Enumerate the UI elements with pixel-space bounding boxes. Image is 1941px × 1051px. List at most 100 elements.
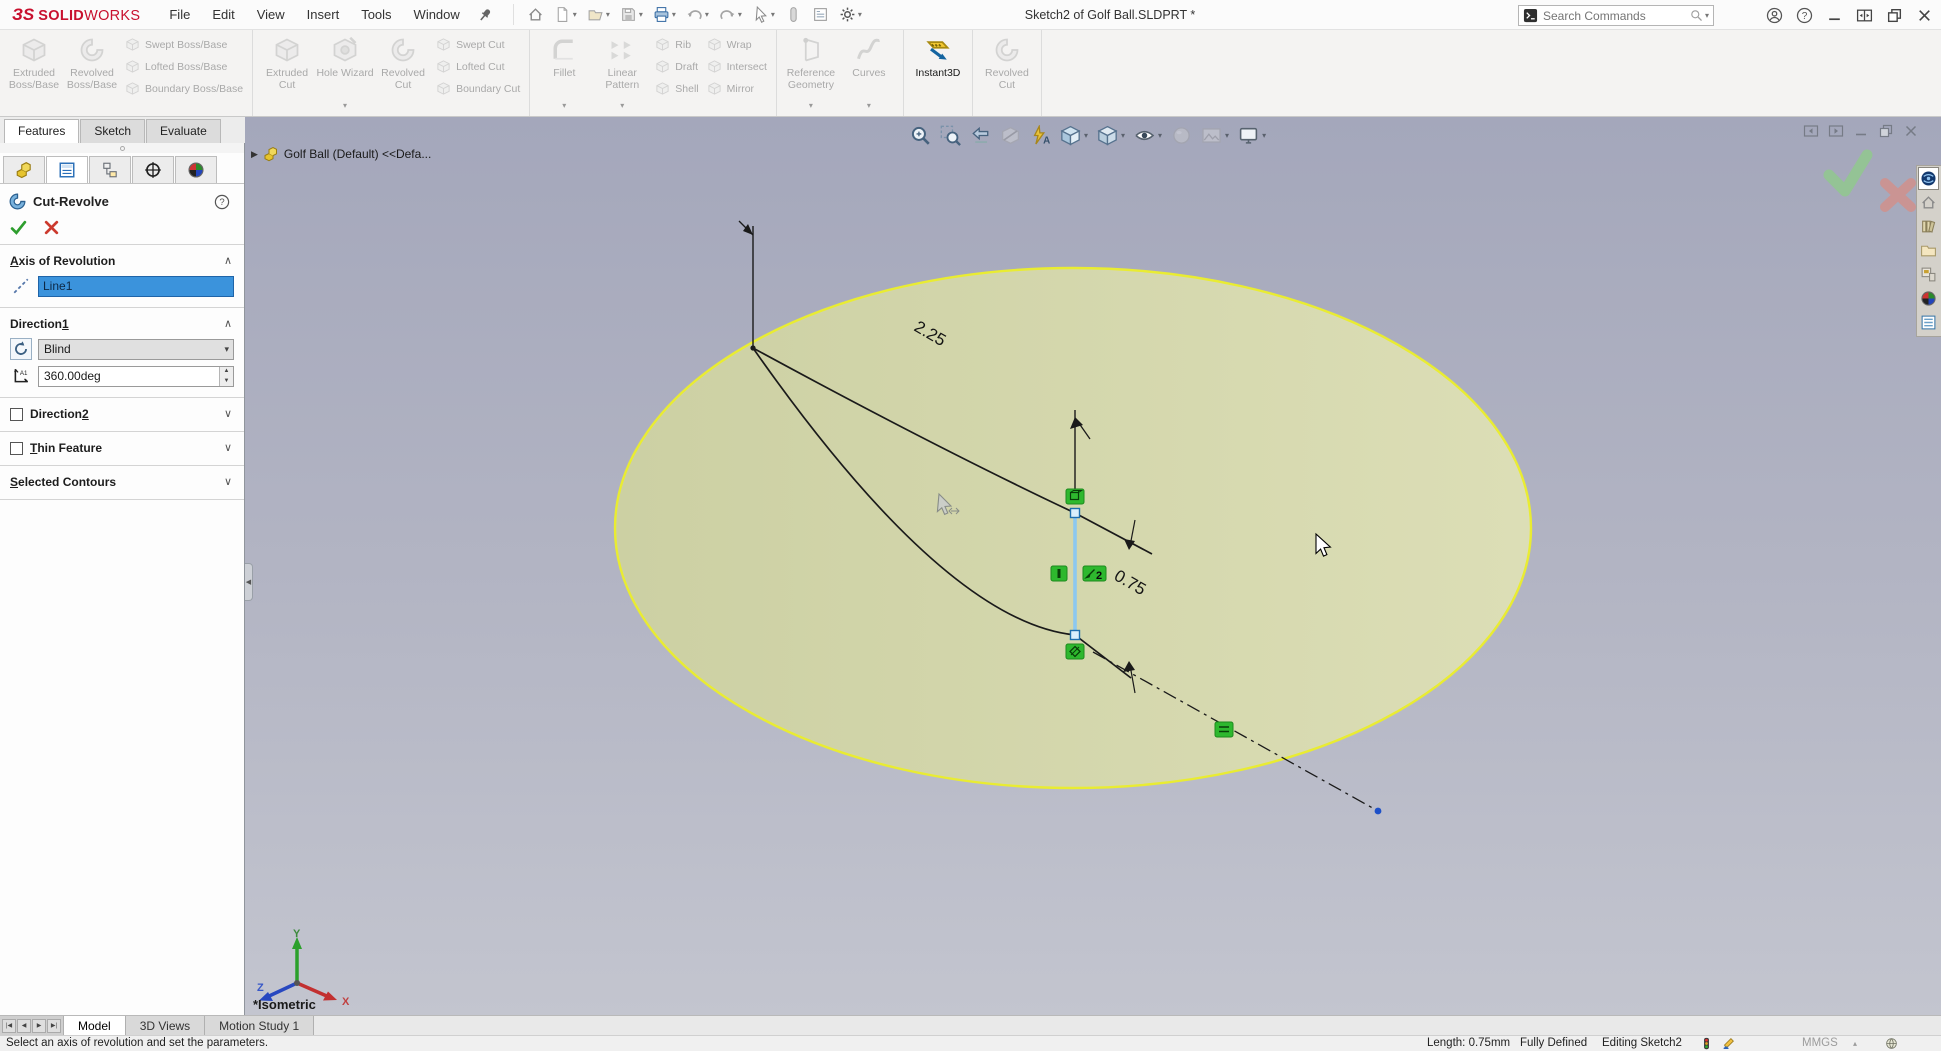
cancel-button[interactable] bbox=[43, 219, 60, 236]
doc-restore-button[interactable] bbox=[1878, 123, 1894, 139]
manager-tab-dimxpert-manager[interactable] bbox=[132, 156, 174, 183]
options-dropdown-icon[interactable]: ▾ bbox=[858, 10, 862, 19]
menu-tools[interactable]: Tools bbox=[350, 2, 402, 27]
direction2-checkbox[interactable] bbox=[10, 408, 23, 421]
ribbon-lofted-boss-base-button[interactable]: Lofted Boss/Base bbox=[125, 59, 243, 74]
ribbon-revolved-cut-button[interactable]: Revolved Cut bbox=[978, 33, 1036, 113]
tab-features[interactable]: Features bbox=[4, 119, 79, 143]
task-pane-home-button[interactable] bbox=[1918, 191, 1939, 214]
zoom-to-area-button[interactable] bbox=[939, 124, 962, 147]
quick-snaps-icon[interactable] bbox=[1722, 1037, 1735, 1050]
ribbon-linear-pattern-button[interactable]: Linear Pattern▾ bbox=[593, 33, 651, 113]
pierce-constraint-icon[interactable] bbox=[1066, 644, 1084, 659]
panel-collapse-handle[interactable]: ◀ bbox=[245, 563, 253, 601]
sketch-canvas[interactable]: 2 2.25 0.75 bbox=[245, 117, 1941, 1015]
ribbon-boundary-boss-base-button[interactable]: Boundary Boss/Base bbox=[125, 81, 243, 96]
manager-tab-display-manager[interactable] bbox=[175, 156, 217, 183]
ribbon-extruded-boss-base-button[interactable]: Extruded Boss/Base bbox=[5, 33, 63, 113]
chevron-down-icon[interactable]: ∨ bbox=[224, 441, 232, 454]
confirmation-corner[interactable] bbox=[1815, 145, 1925, 217]
redo-dropdown-icon[interactable]: ▾ bbox=[738, 10, 742, 19]
pin-menu-icon[interactable] bbox=[477, 7, 493, 23]
angle-input[interactable]: 360.00deg ▲▼ bbox=[38, 366, 234, 387]
redo-button[interactable]: ▾ bbox=[716, 4, 745, 25]
home-button[interactable] bbox=[524, 4, 547, 25]
chevron-down-icon[interactable]: ▾ bbox=[1158, 131, 1162, 140]
menu-view[interactable]: View bbox=[246, 2, 296, 27]
touch-mode-button[interactable] bbox=[782, 4, 805, 25]
direction2-header[interactable]: Direction2 bbox=[30, 407, 89, 421]
ribbon-lofted-cut-button[interactable]: Lofted Cut bbox=[436, 59, 520, 74]
tab-sketch[interactable]: Sketch bbox=[80, 119, 145, 143]
reverse-direction-icon[interactable] bbox=[12, 340, 30, 358]
ribbon-instant3d-button[interactable]: Instant3D bbox=[909, 33, 967, 113]
section-view-button[interactable] bbox=[999, 124, 1022, 147]
on-edge-constraint-icon[interactable]: 2 bbox=[1083, 566, 1106, 582]
close-button[interactable] bbox=[1916, 7, 1933, 24]
display-style-button[interactable]: ▾ bbox=[1096, 124, 1126, 147]
selected-contours-header[interactable]: Selected Contours bbox=[10, 475, 116, 489]
coincident-constraint-icon[interactable] bbox=[1066, 489, 1084, 504]
part-name[interactable]: Golf Ball (Default) <<Defa... bbox=[284, 147, 431, 161]
ribbon-intersect-button[interactable]: Intersect bbox=[707, 59, 767, 74]
dynamic-annotation-views-button[interactable]: A bbox=[1029, 124, 1052, 147]
cascade-windows-button[interactable] bbox=[1856, 7, 1873, 24]
ribbon-reference-geometry-button[interactable]: Reference Geometry▾ bbox=[782, 33, 840, 113]
new-document-button[interactable]: ▾ bbox=[551, 4, 580, 25]
confirm-accept-icon[interactable] bbox=[1829, 155, 1867, 191]
ribbon-boundary-cut-button[interactable]: Boundary Cut bbox=[436, 81, 520, 96]
ribbon-rib-button[interactable]: Rib bbox=[655, 37, 698, 52]
print-dropdown-icon[interactable]: ▾ bbox=[672, 10, 676, 19]
ribbon-shell-button[interactable]: Shell bbox=[655, 81, 698, 96]
vertical-constraint-icon[interactable] bbox=[1051, 566, 1067, 581]
ribbon-mirror-button[interactable]: Mirror bbox=[707, 81, 767, 96]
ribbon-extruded-cut-button[interactable]: Extruded Cut bbox=[258, 33, 316, 113]
chevron-down-icon[interactable]: ▾ bbox=[562, 100, 566, 112]
menu-insert[interactable]: Insert bbox=[296, 2, 351, 27]
zoom-to-fit-button[interactable] bbox=[909, 124, 932, 147]
chevron-down-icon[interactable]: ▾ bbox=[867, 100, 871, 112]
task-pane-appearances-scenes-button[interactable] bbox=[1918, 287, 1939, 310]
task-pane-custom-properties-button[interactable] bbox=[1918, 311, 1939, 334]
direction1-header[interactable]: Direction1 bbox=[10, 317, 234, 331]
menu-window[interactable]: Window bbox=[403, 2, 471, 27]
feature-tree-flyout[interactable]: ▶ Golf Ball (Default) <<Defa... bbox=[251, 146, 431, 162]
save-button[interactable]: ▾ bbox=[617, 4, 646, 25]
minimize-button[interactable] bbox=[1826, 7, 1843, 24]
undo-dropdown-icon[interactable]: ▾ bbox=[705, 10, 709, 19]
new-document-dropdown-icon[interactable]: ▾ bbox=[573, 10, 577, 19]
ribbon-fillet-button[interactable]: Fillet▾ bbox=[535, 33, 593, 113]
save-dropdown-icon[interactable]: ▾ bbox=[639, 10, 643, 19]
manager-tab-configuration-manager[interactable] bbox=[89, 156, 131, 183]
task-pane-design-library-button[interactable] bbox=[1918, 215, 1939, 238]
ribbon-wrap-button[interactable]: Wrap bbox=[707, 37, 767, 52]
tab-3d-views[interactable]: 3D Views bbox=[126, 1016, 205, 1035]
chevron-down-icon[interactable]: ▾ bbox=[620, 100, 624, 112]
chevron-down-icon[interactable]: ▾ bbox=[1262, 131, 1266, 140]
options-button[interactable]: ▾ bbox=[836, 4, 865, 25]
web-help-icon[interactable] bbox=[1885, 1037, 1898, 1050]
help-button[interactable]: ? bbox=[1796, 7, 1813, 24]
chevron-down-icon[interactable]: ▾ bbox=[343, 100, 347, 112]
axis-of-revolution-header[interactable]: Axis of Revolution bbox=[10, 254, 234, 268]
centerline-endpoint[interactable] bbox=[1375, 808, 1382, 815]
search-commands-box[interactable]: ▾ bbox=[1518, 5, 1714, 26]
traffic-light-icon[interactable] bbox=[1700, 1037, 1713, 1050]
ribbon-swept-cut-button[interactable]: Swept Cut bbox=[436, 37, 520, 52]
menu-edit[interactable]: Edit bbox=[201, 2, 245, 27]
thin-feature-checkbox[interactable] bbox=[10, 442, 23, 455]
tab-scroll-prev-button[interactable]: ◀ bbox=[17, 1019, 31, 1033]
axis-selection-field[interactable]: Line1 bbox=[38, 276, 234, 297]
help-icon[interactable]: ? bbox=[214, 194, 230, 210]
task-pane-solidworks-resources-button[interactable] bbox=[1918, 167, 1939, 190]
doc-minimize-button[interactable] bbox=[1853, 123, 1869, 139]
chevron-up-icon[interactable]: ▴ bbox=[1853, 1039, 1857, 1048]
task-pane-file-explorer-button[interactable] bbox=[1918, 239, 1939, 262]
menu-file[interactable]: File bbox=[158, 2, 201, 27]
tile-left-button[interactable] bbox=[1803, 123, 1819, 139]
view-settings-button[interactable]: ▾ bbox=[1237, 124, 1267, 147]
tab-scroll-first-button[interactable]: |◀ bbox=[2, 1019, 16, 1033]
select-cursor-button[interactable]: ▾ bbox=[749, 4, 778, 25]
tab-evaluate[interactable]: Evaluate bbox=[146, 119, 221, 143]
chevron-up-icon[interactable]: ∧ bbox=[224, 317, 232, 330]
